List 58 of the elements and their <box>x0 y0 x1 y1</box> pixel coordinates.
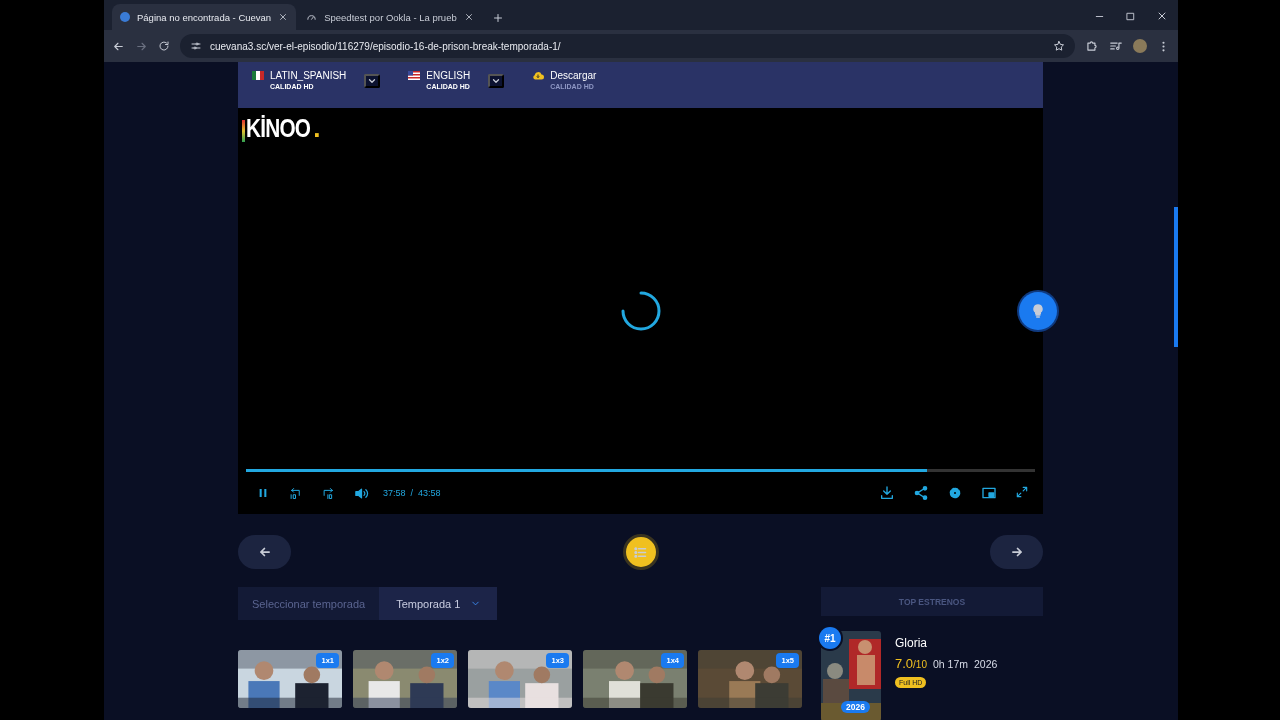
server-name[interactable]: LATIN_SPANISH <box>270 70 347 81</box>
time-display: 37:58 / 43:58 <box>383 488 441 498</box>
rating: 7.0 <box>895 656 914 671</box>
picture-in-picture-icon[interactable] <box>981 485 997 501</box>
logo-dot: . <box>313 114 321 142</box>
season-label: Seleccionar temporada <box>238 587 380 620</box>
server-name[interactable]: ENGLISH <box>426 70 471 81</box>
close-icon[interactable] <box>1156 10 1168 22</box>
previous-episode-button[interactable] <box>238 535 291 569</box>
server-dropdown[interactable] <box>488 74 505 88</box>
lightbulb-button[interactable] <box>1019 292 1057 330</box>
movie-title[interactable]: Gloria <box>895 636 998 650</box>
mexico-flag-icon <box>252 71 264 80</box>
media-control-icon[interactable] <box>1109 39 1123 53</box>
reload-icon[interactable] <box>158 40 170 52</box>
download-icon[interactable] <box>879 485 895 501</box>
close-icon[interactable] <box>278 12 289 22</box>
rating-scale: /10 <box>913 659 927 670</box>
player-logo: KİNOO <box>246 114 311 142</box>
episode-list-button[interactable] <box>622 534 659 570</box>
progress-bar[interactable] <box>246 469 1035 472</box>
forward-ten-icon[interactable] <box>321 485 336 501</box>
scrollbar-thumb[interactable] <box>1174 207 1178 347</box>
star-icon[interactable] <box>1053 40 1065 52</box>
volume-icon[interactable] <box>354 485 369 501</box>
season-dropdown[interactable]: Temporada 1 <box>379 587 498 620</box>
browser-tab[interactable]: Página no encontrada - Cuevan <box>112 4 297 30</box>
list-icon <box>633 544 648 560</box>
arrow-left-icon <box>257 545 272 559</box>
site-settings-icon[interactable] <box>190 40 202 52</box>
fullscreen-icon[interactable] <box>1015 485 1029 499</box>
lightbulb-icon <box>1030 303 1046 319</box>
year-badge: 2026 <box>841 701 870 713</box>
close-icon[interactable] <box>463 12 474 22</box>
server-name[interactable]: Descargar <box>550 70 597 81</box>
browser-tab[interactable]: Speedtest por Ookla - La prueb <box>298 4 482 30</box>
share-icon[interactable] <box>913 485 929 501</box>
site-favicon-icon <box>120 12 130 22</box>
rank-badge: #1 <box>819 627 841 649</box>
section-heading: TOP ESTRENOS <box>821 587 1043 616</box>
arrow-right-icon <box>1009 545 1024 559</box>
logo-bar-icon <box>242 120 245 142</box>
movie-year: 2026 <box>974 658 998 670</box>
rewind-ten-icon[interactable] <box>288 485 303 501</box>
server-dropdown[interactable] <box>364 74 381 88</box>
address-bar[interactable]: cuevana3.sc/ver-el-episodio/116279/episodio-16-de-prison-break-temporada-1/ <box>180 34 1075 58</box>
movie-duration: 0h 17m <box>933 658 968 670</box>
profile-avatar[interactable] <box>1133 39 1147 53</box>
settings-icon[interactable] <box>947 485 963 501</box>
cloud-download-icon <box>532 71 545 80</box>
next-episode-button[interactable] <box>990 535 1043 569</box>
usa-flag-icon <box>408 71 421 80</box>
chevron-down-icon <box>491 76 502 86</box>
new-tab-icon[interactable] <box>491 12 504 24</box>
loading-spinner-icon <box>620 290 662 332</box>
maximize-icon[interactable] <box>1125 10 1136 22</box>
chevron-down-icon <box>367 76 378 86</box>
puzzle-icon[interactable] <box>1085 39 1099 53</box>
